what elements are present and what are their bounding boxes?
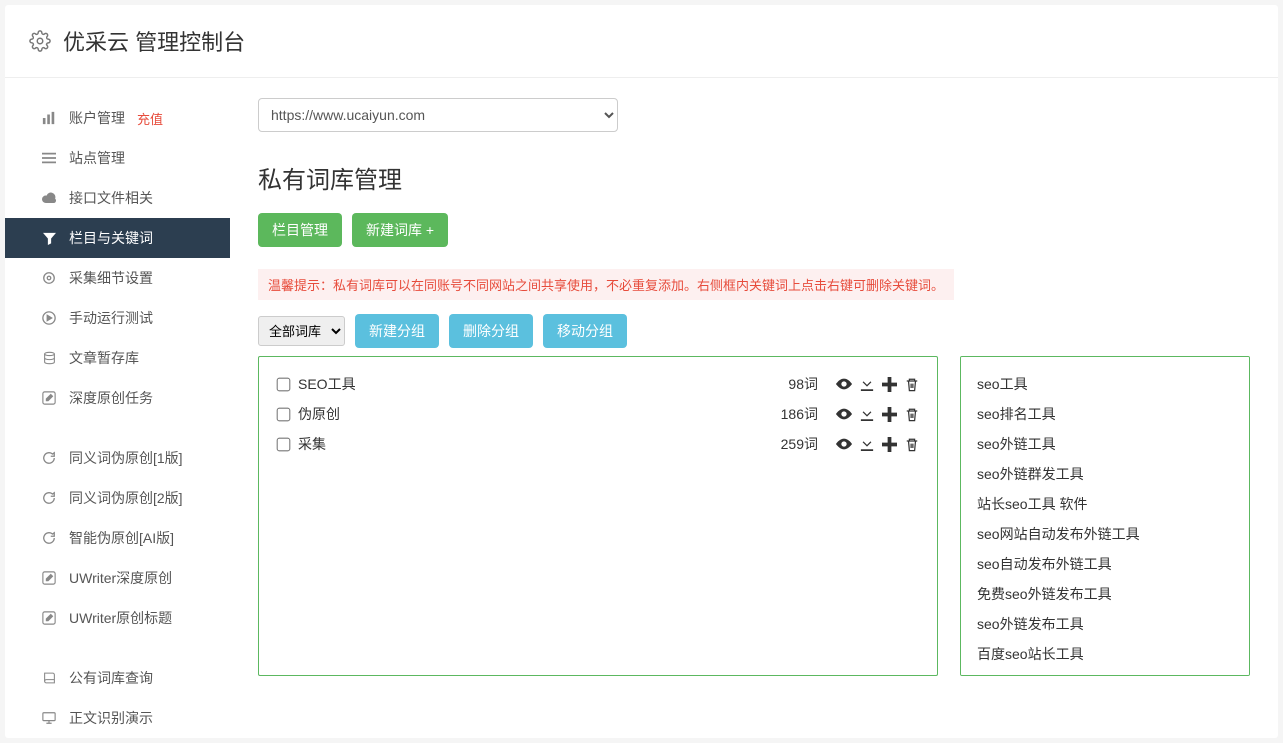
- move-group-button[interactable]: 移动分组: [543, 314, 627, 348]
- lexicon-checkbox[interactable]: [277, 437, 291, 451]
- lexicon-checkbox[interactable]: [277, 407, 291, 421]
- sidebar-item[interactable]: 公有词库查询: [5, 658, 230, 698]
- keyword-item[interactable]: 百度seo站长工具: [977, 639, 1233, 669]
- book-icon: [41, 671, 57, 685]
- sidebar-item[interactable]: 正文识别演示: [5, 698, 230, 738]
- sidebar-item-label: 同义词伪原创[2版]: [69, 488, 183, 508]
- sidebar-item-label: 接口文件相关: [69, 188, 153, 208]
- keyword-item[interactable]: seo网站自动发布外链工具: [977, 519, 1233, 549]
- sidebar-item[interactable]: 账户管理 充值: [5, 98, 230, 138]
- lexicon-row: 伪原创 186词: [277, 399, 919, 429]
- sidebar-item-label: 公有词库查询: [69, 668, 153, 688]
- sidebar-item-label: 智能伪原创[AI版]: [69, 528, 174, 548]
- sidebar-item[interactable]: 站点管理: [5, 138, 230, 178]
- header: 优采云 管理控制台: [5, 5, 1278, 78]
- lexicon-row: 采集 259词: [277, 429, 919, 459]
- list-icon: [41, 151, 57, 165]
- sidebar: 账户管理 充值 站点管理 接口文件相关 栏目与关键词 采集细节设置 手动运行测试…: [5, 98, 230, 738]
- sidebar-item[interactable]: 智能伪原创[AI版]: [5, 518, 230, 558]
- keyword-item[interactable]: 免费seo外链发布工具: [977, 579, 1233, 609]
- sidebar-item[interactable]: 文章暂存库: [5, 338, 230, 378]
- refresh-icon: [41, 531, 57, 545]
- cloud-icon: [41, 191, 57, 205]
- lexicon-count: 98词: [788, 374, 818, 394]
- plus-icon[interactable]: [882, 377, 897, 392]
- plus-icon[interactable]: [882, 437, 897, 452]
- tip-message: 温馨提示：私有词库可以在同账号不同网站之间共享使用，不必重复添加。右侧框内关键词…: [258, 269, 954, 300]
- sidebar-item[interactable]: 手动运行测试: [5, 298, 230, 338]
- keyword-item[interactable]: seo 百度 站长工具: [977, 669, 1233, 676]
- sidebar-item[interactable]: UWriter原创标题: [5, 598, 230, 638]
- download-icon[interactable]: [860, 437, 874, 452]
- bar-chart-icon: [41, 111, 57, 125]
- filter-icon: [41, 232, 57, 245]
- keyword-item[interactable]: 站长seo工具 软件: [977, 489, 1233, 519]
- badge: 充值: [137, 109, 163, 128]
- main-content: https://www.ucaiyun.com 私有词库管理 栏目管理 新建词库…: [230, 98, 1278, 738]
- refresh-icon: [41, 451, 57, 465]
- sidebar-item[interactable]: 同义词伪原创[1版]: [5, 438, 230, 478]
- lexicon-count: 186词: [781, 404, 818, 424]
- sidebar-item-label: 手动运行测试: [69, 308, 153, 328]
- trash-icon[interactable]: [905, 407, 919, 422]
- sidebar-item-label: 站点管理: [69, 148, 125, 168]
- sidebar-item-label: 采集细节设置: [69, 268, 153, 288]
- column-manage-button[interactable]: 栏目管理: [258, 213, 342, 247]
- sidebar-item-label: 深度原创任务: [69, 388, 153, 408]
- download-icon[interactable]: [860, 377, 874, 392]
- keyword-panel: seo工具seo排名工具seo外链工具seo外链群发工具站长seo工具 软件se…: [960, 356, 1250, 676]
- play-icon: [41, 311, 57, 325]
- keyword-item[interactable]: seo排名工具: [977, 399, 1233, 429]
- sidebar-item[interactable]: 栏目与关键词: [5, 218, 230, 258]
- lexicon-name[interactable]: SEO工具: [298, 374, 780, 394]
- lexicon-name[interactable]: 采集: [298, 434, 773, 454]
- sidebar-item-label: 正文识别演示: [69, 708, 153, 728]
- sidebar-item[interactable]: 接口文件相关: [5, 178, 230, 218]
- trash-icon[interactable]: [905, 377, 919, 392]
- sidebar-item-label: 账户管理: [69, 108, 125, 128]
- lexicon-row: SEO工具 98词: [277, 369, 919, 399]
- lexicon-checkbox[interactable]: [277, 377, 291, 391]
- sidebar-item-label: 栏目与关键词: [69, 228, 153, 248]
- plus-icon[interactable]: [882, 407, 897, 422]
- eye-icon[interactable]: [836, 377, 852, 392]
- monitor-icon: [41, 711, 57, 725]
- lexicon-panel: SEO工具 98词 伪原创 186词 采集 259词: [258, 356, 938, 676]
- edit-icon: [41, 611, 57, 625]
- page-title: 优采云 管理控制台: [63, 25, 245, 57]
- trash-icon[interactable]: [905, 437, 919, 452]
- edit-icon: [41, 571, 57, 585]
- lexicon-count: 259词: [781, 434, 818, 454]
- new-group-button[interactable]: 新建分组: [355, 314, 439, 348]
- edit-icon: [41, 391, 57, 405]
- db-icon: [41, 351, 57, 365]
- keyword-item[interactable]: seo外链工具: [977, 429, 1233, 459]
- group-select[interactable]: 全部词库: [258, 316, 345, 346]
- keyword-item[interactable]: seo外链群发工具: [977, 459, 1233, 489]
- download-icon[interactable]: [860, 407, 874, 422]
- sidebar-item[interactable]: 深度原创任务: [5, 378, 230, 418]
- sidebar-item-label: 文章暂存库: [69, 348, 139, 368]
- sidebar-item[interactable]: 同义词伪原创[2版]: [5, 478, 230, 518]
- sidebar-item-label: UWriter深度原创: [69, 568, 172, 588]
- new-lexicon-button[interactable]: 新建词库 +: [352, 213, 448, 247]
- sidebar-item-label: 同义词伪原创[1版]: [69, 448, 183, 468]
- eye-icon[interactable]: [836, 407, 852, 422]
- keyword-item[interactable]: seo自动发布外链工具: [977, 549, 1233, 579]
- gears-icon: [41, 271, 57, 285]
- site-select[interactable]: https://www.ucaiyun.com: [258, 98, 618, 132]
- lexicon-name[interactable]: 伪原创: [298, 404, 773, 424]
- eye-icon[interactable]: [836, 437, 852, 452]
- delete-group-button[interactable]: 删除分组: [449, 314, 533, 348]
- sidebar-item-label: UWriter原创标题: [69, 608, 172, 628]
- refresh-icon: [41, 491, 57, 505]
- gear-icon: [29, 30, 51, 52]
- sidebar-item[interactable]: 采集细节设置: [5, 258, 230, 298]
- keyword-item[interactable]: seo工具: [977, 369, 1233, 399]
- keyword-item[interactable]: seo外链发布工具: [977, 609, 1233, 639]
- sidebar-item[interactable]: UWriter深度原创: [5, 558, 230, 598]
- section-title: 私有词库管理: [258, 160, 1250, 195]
